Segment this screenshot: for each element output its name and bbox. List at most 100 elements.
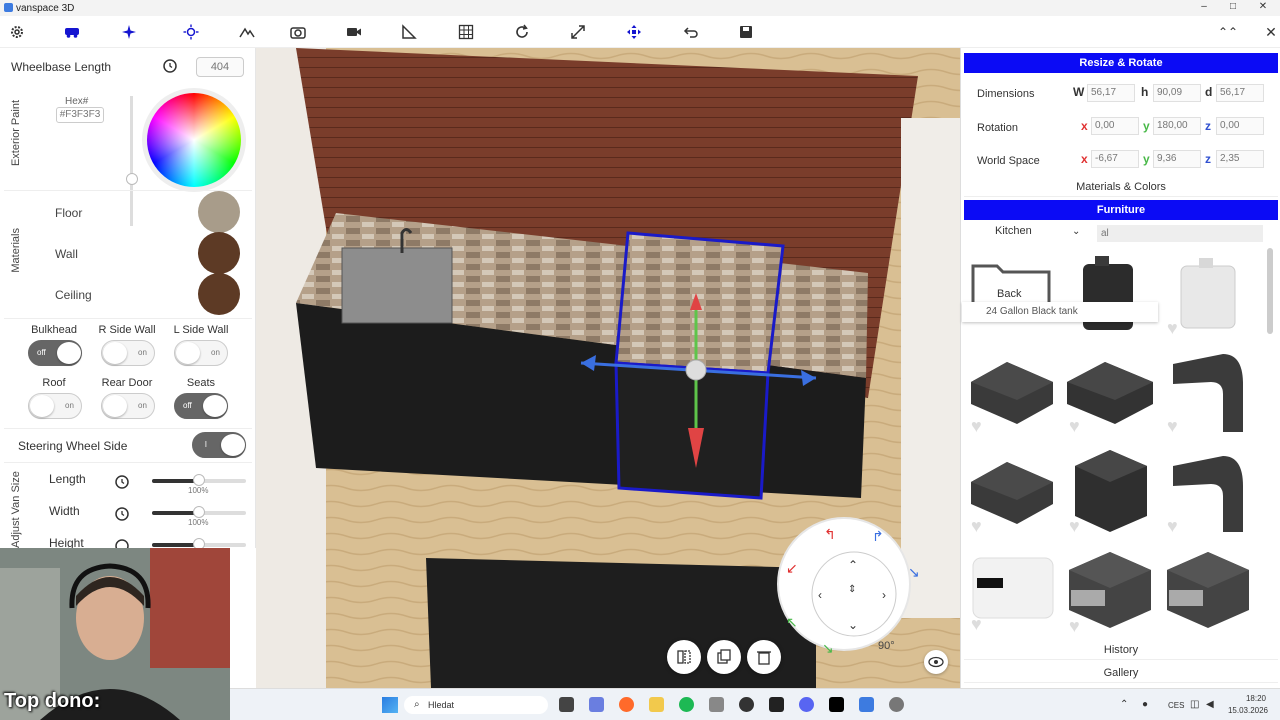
microphone-icon[interactable]: ● (1142, 699, 1148, 710)
furniture-item-slab-1[interactable]: ♥ (967, 354, 1057, 435)
transform-gizmo[interactable]: ⌃ ⌄ ‹ › ⇕ ↰ ↱ ↙ ↘ ↖ ↘ 90° (774, 514, 920, 656)
length-slider[interactable] (152, 474, 246, 486)
depth-dimension-input[interactable]: 56,17 (1216, 84, 1264, 102)
right-arrow-button[interactable]: › (882, 588, 886, 602)
resize-rotate-header[interactable]: Resize & Rotate (964, 53, 1278, 73)
refresh-icon[interactable] (510, 20, 534, 44)
furniture-search-input[interactable]: al (1097, 225, 1263, 242)
obs-icon[interactable] (739, 697, 754, 712)
reset-history-icon[interactable] (162, 58, 178, 77)
height-dimension-input[interactable]: 90,09 (1153, 84, 1201, 102)
rotation-z-input[interactable]: 0,00 (1216, 117, 1264, 135)
furniture-item-curved-2[interactable]: ♥ (1163, 446, 1253, 535)
roof-toggle[interactable]: on (28, 393, 82, 419)
windows-start-icon[interactable] (382, 697, 398, 713)
width-reset-icon[interactable] (114, 506, 130, 525)
davinci-icon[interactable] (769, 697, 784, 712)
minimize-button[interactable]: – (1197, 1, 1211, 12)
favorite-heart-icon[interactable]: ♥ (971, 417, 989, 435)
discord-icon[interactable] (799, 697, 814, 712)
furniture-item-cooler-2[interactable] (1163, 548, 1253, 628)
furniture-scrollbar[interactable] (1267, 248, 1273, 334)
brightness-slider-track[interactable] (130, 96, 133, 226)
tray-chevron-icon[interactable]: ⌃ (1120, 699, 1128, 710)
language-indicator[interactable]: CES (1168, 701, 1184, 710)
rotate-red-arrow-icon[interactable]: ↰ (824, 526, 836, 543)
rotation-y-input[interactable]: 180,00 (1153, 117, 1201, 135)
left-arrow-button[interactable]: ‹ (818, 588, 822, 602)
van-icon[interactable] (60, 20, 84, 44)
calculator-icon[interactable] (709, 697, 724, 712)
furniture-item-black-tank[interactable] (1065, 254, 1155, 334)
width-dimension-input[interactable]: 56,17 (1087, 84, 1135, 102)
hex-input[interactable]: #F3F3F3 (56, 107, 104, 123)
favorite-heart-icon[interactable]: ♥ (1167, 319, 1185, 337)
favorite-heart-icon[interactable]: ♥ (1069, 417, 1087, 435)
steering-wheel-toggle[interactable]: l (192, 432, 246, 458)
history-tab[interactable]: History (964, 640, 1278, 660)
rear-door-toggle[interactable]: on (101, 393, 155, 419)
world-z-input[interactable]: 2,35 (1216, 150, 1264, 168)
camera-icon[interactable] (286, 20, 310, 44)
furniture-header[interactable]: Furniture (964, 200, 1278, 220)
undo-icon[interactable] (678, 20, 702, 44)
mountain-icon[interactable] (235, 20, 259, 44)
brightness-slider-knob[interactable] (126, 173, 138, 185)
world-x-input[interactable]: -6,67 (1091, 150, 1139, 168)
delete-button[interactable] (747, 640, 781, 674)
height-slider[interactable] (152, 538, 246, 550)
vanspace-taskbar-icon[interactable] (859, 697, 874, 712)
l-side-wall-toggle[interactable]: on (174, 340, 228, 366)
settings-taskbar-icon[interactable] (889, 697, 904, 712)
rotate-blue-arrow-icon[interactable]: ↱ (872, 528, 884, 545)
world-y-input[interactable]: 9,36 (1153, 150, 1201, 168)
back-button[interactable]: Back (967, 254, 1057, 334)
furniture-item-curved-1[interactable]: ♥ (1163, 344, 1253, 435)
favorite-heart-icon[interactable]: ♥ (971, 517, 989, 535)
favorite-heart-icon[interactable]: ♥ (1069, 517, 1087, 535)
app-icon-dark[interactable] (829, 697, 844, 712)
furniture-item-slab-2[interactable]: ♥ (1065, 354, 1155, 435)
length-reset-icon[interactable] (114, 474, 130, 493)
spotify-icon[interactable] (679, 697, 694, 712)
close-editor-button[interactable]: ✕ (1259, 20, 1280, 44)
volume-icon[interactable]: ◀ (1206, 699, 1214, 710)
clock-date[interactable]: 15.03.2026 (1220, 706, 1268, 715)
tilt-green-arrow-icon[interactable]: ↖ (786, 614, 798, 631)
clock-time[interactable]: 18:20 (1230, 694, 1266, 703)
taskbar-search[interactable]: Hledat (404, 696, 548, 714)
down-arrow-button[interactable]: ⌄ (848, 618, 858, 632)
furniture-item-white-tank[interactable]: ♥ (1163, 254, 1253, 337)
snipping-tool-icon[interactable] (589, 697, 604, 712)
maximize-button[interactable]: □ (1226, 1, 1240, 12)
vertical-move-icon[interactable]: ⇕ (848, 584, 856, 595)
firefox-icon[interactable] (619, 697, 634, 712)
chevron-down-icon[interactable]: ⌄ (1072, 226, 1080, 237)
wall-color-swatch[interactable] (198, 232, 240, 274)
grid-icon[interactable] (454, 20, 478, 44)
wheelbase-input[interactable]: 404 (196, 57, 244, 77)
measure-icon[interactable] (397, 20, 421, 44)
color-wheel[interactable] (147, 93, 241, 187)
sparkle-icon[interactable] (117, 20, 141, 44)
floor-color-swatch[interactable] (198, 191, 240, 233)
gear-icon[interactable] (5, 20, 29, 44)
furniture-item-box[interactable]: ♥ (1065, 446, 1155, 535)
save-icon[interactable] (734, 20, 758, 44)
favorite-heart-icon[interactable]: ♥ (1167, 417, 1185, 435)
close-window-button[interactable]: ✕ (1256, 1, 1270, 12)
expand-icon[interactable] (566, 20, 590, 44)
favorite-heart-icon[interactable]: ♥ (1069, 617, 1087, 635)
visibility-eye-icon[interactable] (924, 650, 948, 674)
bulkhead-toggle[interactable]: off (28, 340, 82, 366)
width-slider[interactable] (152, 506, 246, 518)
rotation-angle-label[interactable]: 90° (878, 640, 895, 652)
ceiling-color-swatch[interactable] (198, 273, 240, 315)
category-select[interactable]: Kitchen (995, 225, 1032, 237)
tilt-red-arrow-icon[interactable]: ↙ (786, 560, 798, 577)
materials-colors-tab[interactable]: Materials & Colors (964, 177, 1278, 197)
furniture-item-fridge-white[interactable]: ♥ (967, 550, 1057, 633)
up-arrow-button[interactable]: ⌃ (848, 558, 858, 572)
favorite-heart-icon[interactable]: ♥ (971, 615, 989, 633)
duplicate-button[interactable] (707, 640, 741, 674)
